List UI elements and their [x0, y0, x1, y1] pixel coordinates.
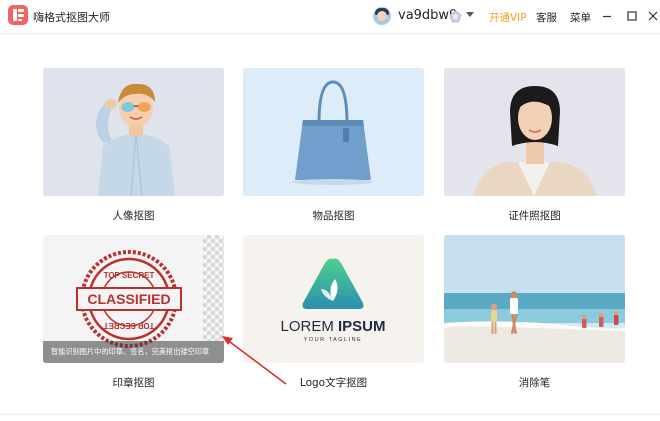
annotation-arrow-icon	[222, 336, 287, 385]
footer-divider	[0, 414, 660, 415]
